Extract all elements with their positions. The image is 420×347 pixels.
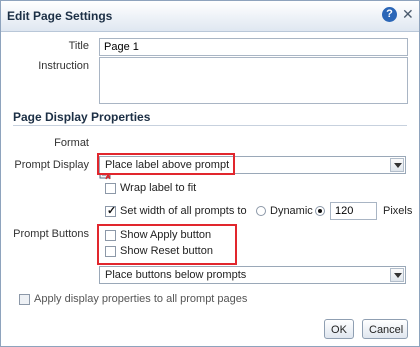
set-width-text: Set width of all prompts to [120,205,247,217]
chevron-down-icon[interactable] [390,158,404,172]
wrap-label-checkbox[interactable] [105,183,116,194]
prompt-buttons-label: Prompt Buttons [13,228,89,240]
title-label: Title [68,40,89,52]
dynamic-label: Dynamic [270,205,313,217]
dynamic-radio[interactable] [256,206,266,216]
format-label: Format [54,137,89,149]
dialog-body: Title Instruction Page Display Propertie… [1,32,419,346]
prompt-display-highlight [97,153,235,175]
wrap-label-text: Wrap label to fit [120,182,197,194]
show-apply-checkbox[interactable] [105,230,116,241]
help-icon[interactable]: ? [382,7,397,22]
fixed-width-radio[interactable] [315,206,325,216]
chevron-down-icon[interactable] [390,268,404,282]
edit-page-settings-dialog: Edit Page Settings ? ✕ Title Instruction… [0,0,420,347]
apply-all-text: Apply display properties to all prompt p… [34,293,248,305]
button-placement-selected-value: Place buttons below prompts [105,269,247,281]
section-divider [13,125,407,126]
dialog-title: Edit Page Settings [7,9,113,23]
instruction-textarea[interactable] [99,57,408,104]
ok-button[interactable]: OK [324,319,354,339]
dialog-titlebar: Edit Page Settings ? ✕ [1,1,419,32]
show-reset-text: Show Reset button [120,245,213,257]
show-apply-text: Show Apply button [120,229,212,241]
close-icon[interactable]: ✕ [402,6,414,23]
apply-all-checkbox[interactable] [19,294,30,305]
set-width-checkbox[interactable] [105,204,116,217]
page-display-properties-heading: Page Display Properties [13,110,151,124]
instruction-label: Instruction [38,60,89,72]
button-placement-select[interactable]: Place buttons below prompts [99,266,406,284]
prompt-display-label: Prompt Display [14,159,89,171]
show-reset-checkbox[interactable] [105,246,116,257]
width-input[interactable] [330,202,377,220]
pixels-label: Pixels [383,205,413,217]
cancel-button[interactable]: Cancel [362,319,408,339]
title-input[interactable] [99,38,408,56]
